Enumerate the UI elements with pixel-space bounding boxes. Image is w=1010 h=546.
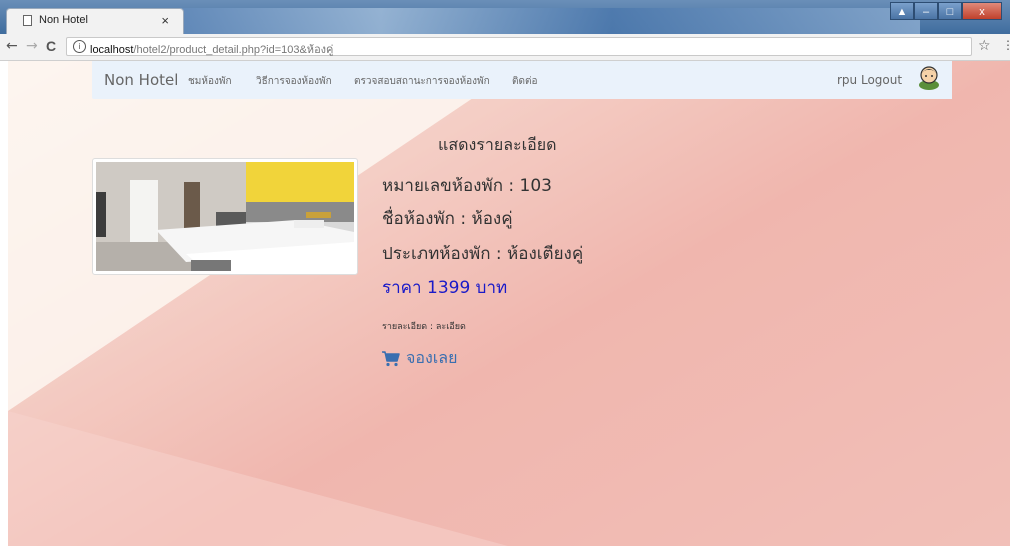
browser-tab[interactable]: Non Hotel × <box>6 8 184 34</box>
profile-button[interactable]: ▲ <box>890 2 914 20</box>
cart-icon <box>382 350 400 366</box>
minimize-button[interactable]: – <box>914 2 938 20</box>
page-icon <box>23 15 32 26</box>
url-text: localhost/hotel2/product_detail.php?id=1… <box>90 40 333 58</box>
forward-button[interactable]: → <box>26 38 38 54</box>
tab-close-button[interactable]: × <box>161 13 169 28</box>
address-bar[interactable]: i localhost/hotel2/product_detail.php?id… <box>66 37 972 56</box>
nav-item-how-to-book[interactable]: วิธีการจองห้องพัก <box>256 74 332 89</box>
page-title: แสดงรายละเอียด <box>438 135 557 154</box>
url-path: /hotel2/product_detail.php?id=103&ห้องคู… <box>133 44 334 56</box>
book-now-label: จองเลย <box>406 348 458 367</box>
maximize-button[interactable]: □ <box>938 2 962 20</box>
site-brand[interactable]: Non Hotel <box>104 71 178 89</box>
nav-item-contact[interactable]: ติดต่อ <box>512 74 538 89</box>
room-photo <box>92 158 358 275</box>
site-navbar: Non Hotel ชมห้องพัก วิธีการจองห้องพัก ตร… <box>92 61 952 99</box>
room-description: รายละเอียด : ละเอียด <box>382 322 466 332</box>
nav-item-rooms[interactable]: ชมห้องพัก <box>188 74 232 89</box>
reload-button[interactable]: C <box>46 38 56 54</box>
page-viewport: Non Hotel ชมห้องพัก วิธีการจองห้องพัก ตร… <box>8 61 1010 546</box>
info-icon[interactable]: i <box>73 40 86 53</box>
titlebar-background <box>150 8 920 34</box>
tab-title: Non Hotel <box>39 14 88 26</box>
room-type: ประเภทห้องพัก : ห้องเตียงคู่ <box>382 244 584 264</box>
book-now-button[interactable]: จองเลย <box>382 346 457 371</box>
nav-item-booking-status[interactable]: ตรวจสอบสถานะการจองห้องพัก <box>354 74 490 89</box>
back-button[interactable]: ← <box>6 38 18 54</box>
user-avatar-icon[interactable] <box>917 64 941 94</box>
browser-menu-icon[interactable]: ⋮ <box>1002 38 1010 52</box>
browser-titlebar: Non Hotel × ▲ – □ x <box>0 0 1010 34</box>
url-host: localhost <box>90 44 134 56</box>
window-controls: ▲ – □ x <box>890 2 1002 20</box>
room-name: ชื่อห้องพัก : ห้องคู่ <box>382 209 513 229</box>
close-window-button[interactable]: x <box>962 2 1002 20</box>
room-number: หมายเลขห้องพัก : 103 <box>382 176 552 196</box>
logout-link[interactable]: rpu Logout <box>837 73 902 87</box>
room-price: ราคา 1399 บาท <box>382 278 508 298</box>
bookmark-star-icon[interactable]: ☆ <box>978 38 991 54</box>
browser-toolbar: ← → C i localhost/hotel2/product_detail.… <box>0 34 1010 61</box>
